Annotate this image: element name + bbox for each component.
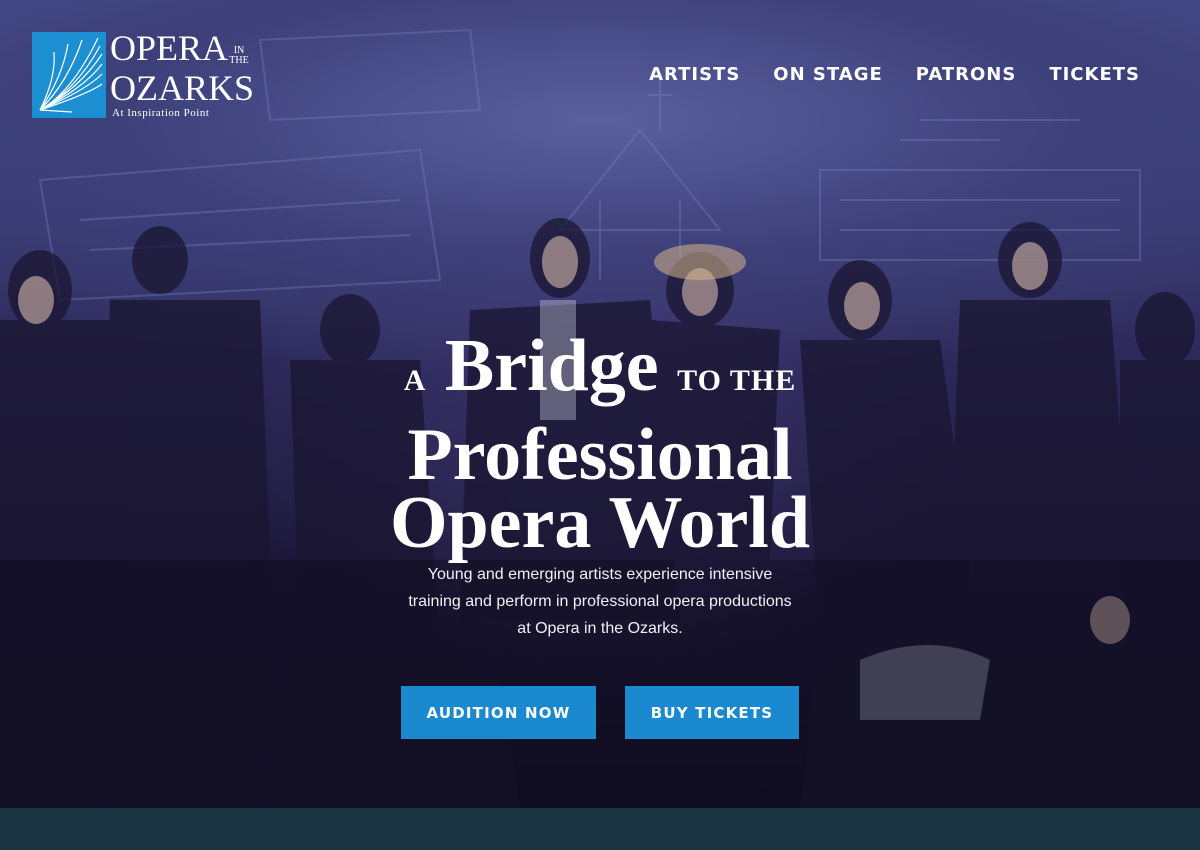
hero-section: OPERA IN THE OZARKS At Inspiration Point… <box>0 0 1200 808</box>
logo-text-opera: OPERA <box>110 28 229 68</box>
site-logo[interactable]: OPERA IN THE OZARKS At Inspiration Point <box>32 28 254 120</box>
audition-now-button[interactable]: AUDITION NOW <box>401 686 596 739</box>
logo-subtitle: At Inspiration Point <box>112 107 210 119</box>
nav-item-on-stage[interactable]: ON STAGE <box>773 64 882 85</box>
site-header: OPERA IN THE OZARKS At Inspiration Point… <box>0 0 1200 150</box>
hero-description: Young and emerging artists experience in… <box>408 566 792 637</box>
headline-line-1: A Bridge TO THE <box>300 325 900 422</box>
headline-professional: Professional <box>407 414 793 496</box>
nav-item-patrons[interactable]: PATRONS <box>916 64 1017 85</box>
logo-emblem-icon <box>32 32 106 118</box>
buy-tickets-button[interactable]: BUY TICKETS <box>625 686 799 739</box>
hero-headline: A Bridge TO THE Professional Opera World <box>300 325 900 564</box>
main-nav: ARTISTS ON STAGE PATRONS TICKETS <box>649 64 1140 85</box>
headline-bridge: Bridge <box>444 325 659 407</box>
logo-text-in-the: IN THE <box>229 45 249 66</box>
headline-a: A <box>403 364 427 397</box>
section-divider-band <box>0 808 1200 850</box>
nav-item-artists[interactable]: ARTISTS <box>649 64 740 85</box>
logo-text-ozarks: OZARKS <box>110 68 255 108</box>
nav-item-tickets[interactable]: TICKETS <box>1049 64 1140 85</box>
headline-opera-world: Opera World <box>389 482 811 564</box>
headline-to-the: TO THE <box>677 364 797 397</box>
